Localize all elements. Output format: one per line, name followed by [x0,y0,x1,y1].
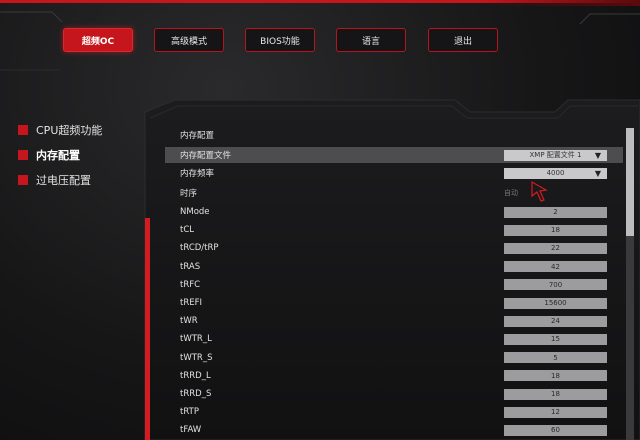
timing-param-label: tRTP [180,407,199,418]
timing-row: 时序 自动 [165,185,623,201]
memory-frequency-dropdown[interactable]: 4000 ▼ [504,167,607,179]
timing-param-value[interactable]: 42 [504,261,607,273]
timing-param-row[interactable]: tRTP 12 [165,404,623,420]
dropdown-arrow-icon: ▼ [594,150,601,160]
timing-param-label: tWTR_L [180,334,212,345]
timing-param-value[interactable]: 18 [504,224,607,236]
timing-param-value[interactable]: 15600 [504,297,607,309]
timing-param-value[interactable]: 700 [504,279,607,291]
memory-profile-label: 内存配置文件 [180,151,232,161]
timing-param-value[interactable]: 18 [504,388,607,400]
panel-accent-bar [145,218,150,440]
timing-param-label: tRRD_L [180,370,211,381]
timing-param-row[interactable]: tCL 18 [165,222,623,238]
timing-param-row[interactable]: tWTR_L 15 [165,331,623,347]
memory-frequency-value: 4000 [546,169,565,177]
memory-frequency-label: 内存频率 [180,169,215,179]
panel-title: 内存配置 [180,131,215,141]
timing-param-value[interactable]: 60 [504,424,607,436]
scrollbar-thumb[interactable] [626,128,634,236]
timing-param-label: tRAS [180,261,201,272]
dropdown-arrow-icon: ▼ [594,168,601,178]
timing-param-label: tRCD/tRP [180,243,219,254]
timing-param-value[interactable]: 24 [504,315,607,327]
timing-param-value[interactable]: 18 [504,370,607,382]
timing-param-label: tCL [180,225,195,236]
timing-param-row[interactable]: tRCD/tRP 22 [165,240,623,256]
timing-param-value[interactable]: 22 [504,242,607,254]
timing-param-row[interactable]: tREFI 15600 [165,295,623,311]
panel-title-row: 内存配置 [165,127,623,143]
timing-param-label: tREFI [180,298,203,308]
memory-frequency-row[interactable]: 内存频率 4000 ▼ [165,165,623,181]
memory-profile-value: XMP 配置文件 1 [529,151,582,159]
timing-param-row[interactable]: tFAW 60 [165,422,623,438]
timing-param-label: tWTR_S [180,352,213,363]
timing-param-value[interactable]: 15 [504,333,607,345]
timing-param-row[interactable]: tRFC 700 [165,277,623,293]
timing-param-row[interactable]: tRAS 42 [165,259,623,275]
timing-param-row[interactable]: NMode 2 [165,204,623,220]
timing-param-label: tWR [180,316,198,327]
timing-param-label: NMode [180,207,210,217]
timing-param-value[interactable]: 2 [504,206,607,218]
timing-label: 时序 [180,189,198,199]
timing-param-row[interactable]: tWR 24 [165,313,623,329]
memory-profile-dropdown[interactable]: XMP 配置文件 1 ▼ [504,149,607,161]
timing-param-value[interactable]: 12 [504,406,607,418]
timing-param-row[interactable]: tRRD_L 18 [165,368,623,384]
timing-value: 自动 [504,189,518,197]
timing-param-label: tFAW [180,425,202,436]
timing-param-row[interactable]: tRRD_S 18 [165,386,623,402]
timing-param-label: tRFC [180,279,201,290]
timing-param-row[interactable]: tWTR_S 5 [165,350,623,366]
timing-param-label: tRRD_S [180,389,212,399]
memory-profile-row[interactable]: 内存配置文件 XMP 配置文件 1 ▼ [165,147,623,163]
timing-param-value[interactable]: 5 [504,352,607,364]
mouse-cursor-icon [531,180,548,202]
